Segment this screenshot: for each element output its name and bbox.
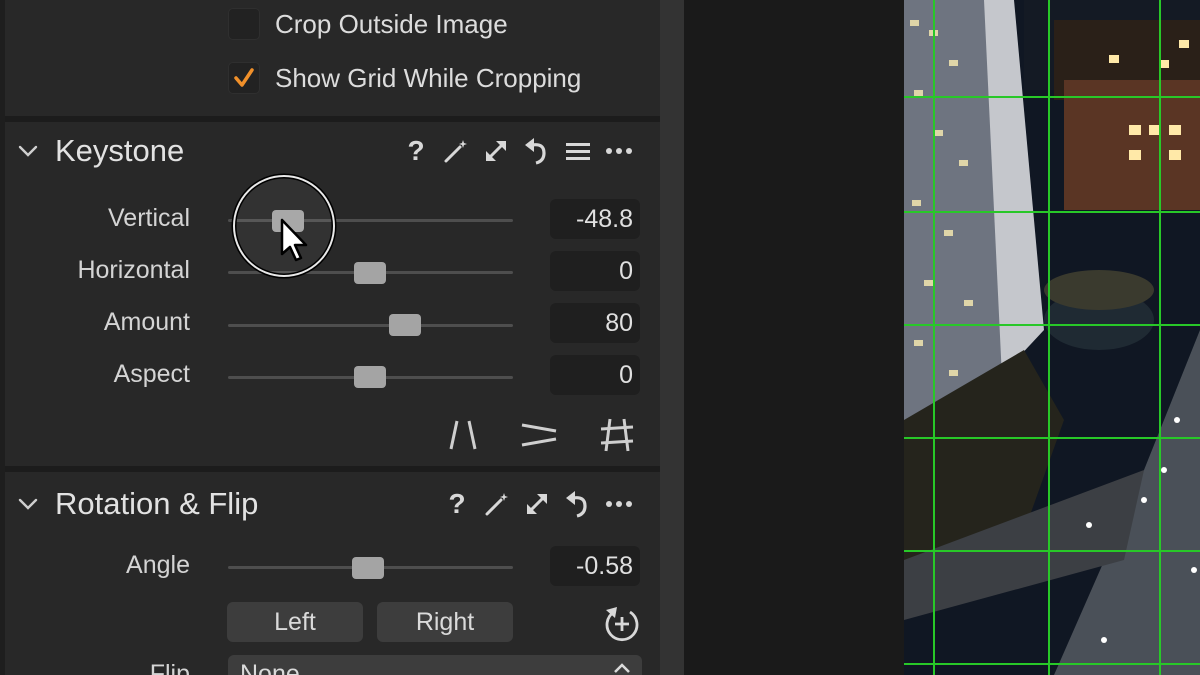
rotate-left-button[interactable]: Left — [227, 602, 363, 642]
keystone-title: Keystone — [55, 133, 185, 168]
expand-icon[interactable] — [480, 135, 512, 167]
crop-outside-label: Crop Outside Image — [275, 8, 508, 39]
help-icon[interactable]: ? — [441, 488, 473, 520]
show-grid-label: Show Grid While Cropping — [275, 62, 582, 93]
horizontal-value[interactable]: 0 — [550, 251, 640, 291]
show-grid-row[interactable]: Show Grid While Cropping — [228, 61, 581, 95]
section-divider — [5, 466, 660, 472]
horizontal-label: Horizontal — [77, 256, 190, 284]
crop-outside-checkbox[interactable] — [228, 8, 260, 40]
more-icon[interactable] — [603, 135, 635, 167]
show-grid-checkbox[interactable] — [228, 62, 260, 94]
photo-preview[interactable] — [904, 0, 1200, 675]
city-night-photo — [904, 0, 1200, 675]
more-icon[interactable] — [603, 488, 635, 520]
cursor-highlight-icon — [231, 173, 337, 279]
angle-value[interactable]: -0.58 — [550, 546, 640, 586]
amount-label: Amount — [103, 308, 190, 336]
aspect-thumb[interactable] — [354, 366, 386, 388]
chevron-up-icon — [614, 663, 630, 673]
magic-wand-icon[interactable] — [481, 488, 513, 520]
horizontal-thumb[interactable] — [354, 262, 386, 284]
amount-thumb[interactable] — [389, 314, 421, 336]
chevron-down-icon[interactable] — [16, 492, 40, 516]
angle-thumb[interactable] — [352, 557, 384, 579]
angle-label: Angle — [126, 551, 190, 579]
full-keystone-icon[interactable] — [597, 415, 637, 455]
horizontal-keystone-icon[interactable] — [519, 415, 559, 455]
vertical-value[interactable]: -48.8 — [550, 199, 640, 239]
chevron-down-icon[interactable] — [16, 139, 40, 163]
aspect-label: Aspect — [113, 360, 190, 388]
help-icon[interactable]: ? — [400, 135, 432, 167]
keystone-header[interactable]: Keystone ? — [0, 127, 660, 177]
panel-splitter[interactable] — [660, 0, 684, 675]
magic-wand-icon[interactable] — [440, 135, 472, 167]
rotation-flip-header[interactable]: Rotation & Flip ? — [0, 480, 660, 530]
panel-edge — [0, 0, 5, 675]
rotate-right-button[interactable]: Right — [377, 602, 513, 642]
reset-icon[interactable] — [520, 135, 552, 167]
vertical-label: Vertical — [108, 204, 190, 232]
adjustments-panel: Crop Outside Image Show Grid While Cropp… — [0, 0, 660, 675]
rotation-flip-title: Rotation & Flip — [55, 486, 259, 521]
list-icon[interactable] — [562, 135, 594, 167]
checkmark-icon — [234, 68, 254, 87]
flip-value: None — [240, 660, 300, 675]
crop-outside-row[interactable]: Crop Outside Image — [228, 7, 508, 41]
expand-icon[interactable] — [521, 488, 553, 520]
amount-track[interactable] — [228, 324, 513, 327]
vertical-keystone-icon[interactable] — [443, 415, 483, 455]
reset-icon[interactable] — [561, 488, 593, 520]
aspect-value[interactable]: 0 — [550, 355, 640, 395]
flip-dropdown[interactable]: None — [228, 655, 642, 675]
amount-value[interactable]: 80 — [550, 303, 640, 343]
flip-label: Flip — [149, 660, 190, 675]
rotate-free-icon[interactable] — [603, 604, 641, 647]
section-divider — [5, 116, 660, 122]
